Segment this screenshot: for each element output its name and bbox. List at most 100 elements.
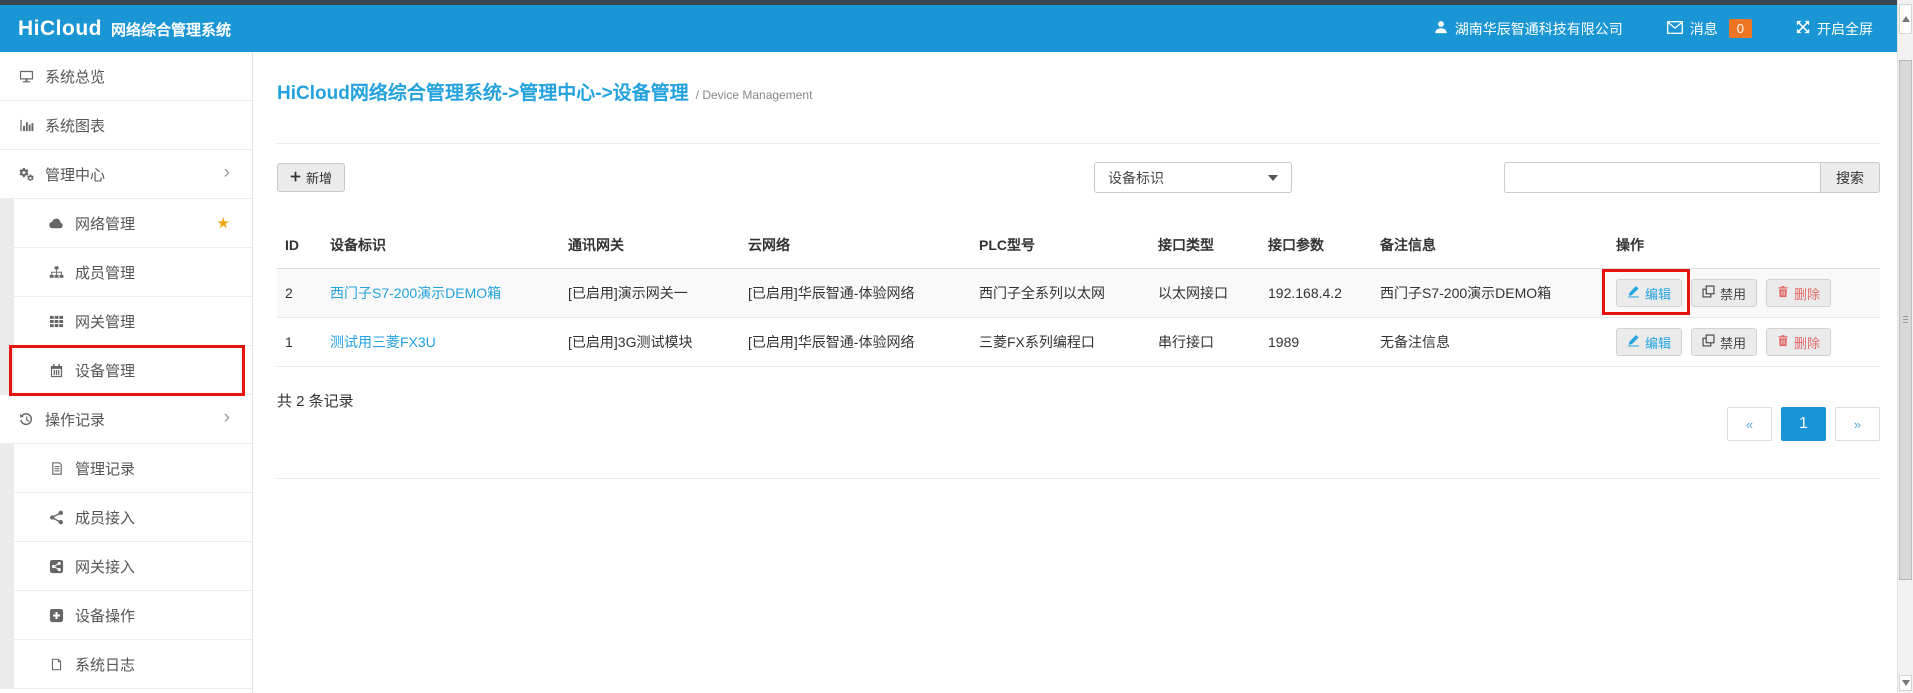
clone-icon (1702, 285, 1715, 301)
edit-button[interactable]: 编辑 (1616, 328, 1682, 356)
column-header: PLC型号 (971, 223, 1150, 269)
search-input[interactable] (1504, 162, 1820, 193)
sidebar-item-label: 网关管理 (75, 311, 135, 332)
table-row: 1测试用三菱FX3U[已启用]3G测试模块[已启用]华辰智通-体验网络三菱FX系… (277, 318, 1880, 367)
scroll-up-button[interactable] (1899, 4, 1912, 34)
company-menu[interactable]: 湖南华辰智通科技有限公司 (1434, 19, 1623, 39)
cell-id: 2 (277, 269, 322, 318)
sidebar-item-label: 操作记录 (45, 409, 105, 430)
delete-button-label: 删除 (1794, 333, 1820, 352)
cell-plc: 三菱FX系列编程口 (971, 318, 1150, 367)
cell-iface_param: 192.168.4.2 (1260, 269, 1372, 318)
clone-icon (1702, 334, 1715, 350)
sidebar-item-gateway-access[interactable]: 网关接入 (0, 542, 252, 591)
pagination-page-1-button[interactable]: 1 (1781, 407, 1826, 441)
sidebar-item-label: 设备操作 (75, 605, 135, 626)
bar-chart-icon (17, 118, 36, 133)
disable-button[interactable]: 禁用 (1691, 328, 1757, 356)
history-icon (17, 412, 36, 427)
cell-cloud: [已启用]华辰智通-体验网络 (740, 318, 971, 367)
messages-count-badge: 0 (1729, 19, 1752, 38)
sidebar-item-device-operation[interactable]: 设备操作 (0, 591, 252, 640)
sidebar-item-admin-records[interactable]: 管理记录 (0, 444, 252, 493)
search-button[interactable]: 搜索 (1820, 162, 1880, 193)
vertical-scrollbar[interactable] (1897, 0, 1913, 693)
sidebar-item-label: 设备管理 (75, 360, 135, 381)
table-header-row: ID设备标识通讯网关云网络PLC型号接口类型接口参数备注信息操作 (277, 223, 1880, 269)
trash-icon (1777, 334, 1789, 350)
company-name: 湖南华辰智通科技有限公司 (1455, 19, 1623, 39)
sidebar-item-member-mgmt[interactable]: 成员管理 (0, 248, 252, 297)
sidebar-item-admin-center[interactable]: 管理中心› (0, 150, 252, 199)
share-icon (47, 510, 66, 525)
file-icon (47, 657, 66, 672)
file-text-icon (47, 461, 66, 476)
fullscreen-label: 开启全屏 (1817, 19, 1873, 39)
breadcrumb: HiCloud网络综合管理系统->管理中心->设备管理 / Device Man… (277, 78, 1880, 105)
trash-icon (1777, 285, 1789, 301)
add-button[interactable]: 新增 (277, 163, 345, 192)
content-divider-bottom (277, 478, 1880, 479)
sidebar-item-label: 管理记录 (75, 458, 135, 479)
column-header: 云网络 (740, 223, 971, 269)
brand[interactable]: HiCloud 网络综合管理系统 (18, 17, 231, 41)
content-divider-top (277, 143, 1880, 144)
sidebar: 系统总览系统图表管理中心›网络管理★成员管理网关管理设备管理操作记录›管理记录成… (0, 52, 253, 693)
user-icon (1434, 20, 1448, 37)
cell-remark: 西门子S7-200演示DEMO箱 (1372, 269, 1608, 318)
calendar-icon (47, 363, 66, 378)
scrollbar-thumb[interactable] (1899, 60, 1912, 580)
disable-button[interactable]: 禁用 (1691, 279, 1757, 307)
sidebar-item-device-mgmt[interactable]: 设备管理 (0, 346, 252, 395)
disable-button-label: 禁用 (1720, 284, 1746, 303)
cell-actions: 编辑 禁用 删除 (1608, 318, 1880, 367)
device-table: ID设备标识通讯网关云网络PLC型号接口类型接口参数备注信息操作 2 西门子S7-… (277, 223, 1880, 367)
table-footer: 共 2 条记录 « 1 » (277, 390, 1880, 441)
caret-down-icon (1268, 175, 1278, 181)
cell-iface_type: 串行接口 (1150, 318, 1260, 367)
fullscreen-toggle[interactable]: 开启全屏 (1796, 19, 1873, 39)
sidebar-item-member-access[interactable]: 成员接入 (0, 493, 252, 542)
record-count: 共 2 条记录 (277, 390, 354, 411)
monitor-icon (17, 69, 36, 84)
disable-button-label: 禁用 (1720, 333, 1746, 352)
breadcrumb-subtitle: / Device Management (696, 88, 813, 102)
sidebar-item-label: 网关接入 (75, 556, 135, 577)
sidebar-item-label: 成员接入 (75, 507, 135, 528)
sitemap-icon (47, 265, 66, 280)
delete-button-label: 删除 (1794, 284, 1820, 303)
filter-field-select[interactable]: 设备标识 (1094, 162, 1292, 193)
cell-gateway: [已启用]3G测试模块 (560, 318, 740, 367)
sidebar-item-system-overview[interactable]: 系统总览 (0, 52, 252, 101)
pencil-icon (1627, 334, 1640, 350)
messages-menu[interactable]: 消息 0 (1667, 19, 1752, 39)
scroll-down-button[interactable] (1899, 675, 1912, 691)
sidebar-item-network-mgmt[interactable]: 网络管理 ★ (0, 199, 252, 248)
sidebar-item-label: 成员管理 (75, 262, 135, 283)
cell-remark: 无备注信息 (1372, 318, 1608, 367)
sidebar-item-gateway-mgmt[interactable]: 网关管理 (0, 297, 252, 346)
sidebar-item-system-charts[interactable]: 系统图表 (0, 101, 252, 150)
delete-button[interactable]: 删除 (1766, 328, 1831, 356)
plus-icon (290, 170, 301, 185)
plus-square-icon (47, 608, 66, 623)
delete-button[interactable]: 删除 (1766, 279, 1831, 307)
cell-device: 西门子S7-200演示DEMO箱 (322, 269, 560, 318)
device-link[interactable]: 西门子S7-200演示DEMO箱 (330, 285, 501, 301)
app-header: HiCloud 网络综合管理系统 湖南华辰智通科技有限公司 消息 0 开启全屏 (0, 5, 1913, 52)
app-logo: HiCloud (18, 17, 102, 41)
cell-iface_param: 1989 (1260, 318, 1372, 367)
pagination-next-button[interactable]: » (1835, 407, 1880, 441)
column-header: 备注信息 (1372, 223, 1608, 269)
sidebar-item-operation-logs[interactable]: 操作记录› (0, 395, 252, 444)
pagination-prev-button[interactable]: « (1727, 407, 1772, 441)
sidebar-item-label: 系统日志 (75, 654, 135, 675)
edit-button[interactable]: 编辑 (1616, 279, 1682, 307)
cloud-icon (47, 216, 66, 230)
share-square-icon (47, 559, 66, 574)
device-link[interactable]: 测试用三菱FX3U (330, 334, 436, 350)
sidebar-item-label: 网络管理 (75, 213, 135, 234)
chevron-right-icon: › (224, 163, 230, 182)
star-icon: ★ (217, 214, 230, 232)
sidebar-item-system-log[interactable]: 系统日志 (0, 640, 252, 689)
